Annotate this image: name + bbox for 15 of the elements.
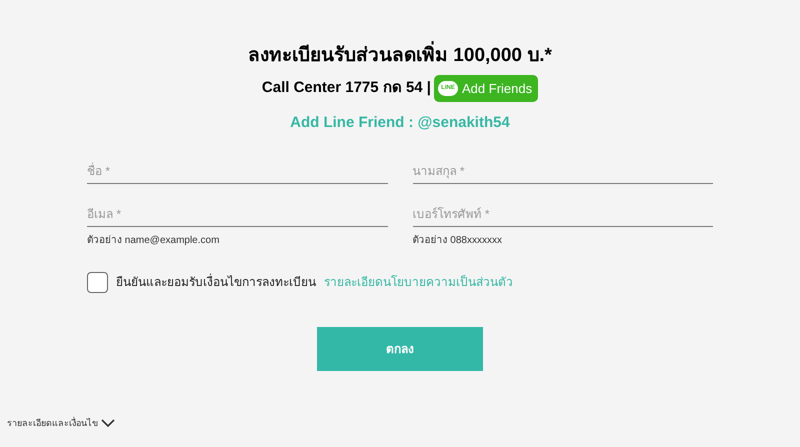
- consent-checkbox[interactable]: [87, 272, 108, 292]
- privacy-policy-link[interactable]: รายละเอียดนโยบายความเป็นส่วนตัว: [324, 273, 513, 291]
- input-field[interactable]: นามสกุล *: [412, 150, 713, 184]
- call-center-text: Call Center 1775 กด 54 |: [262, 78, 432, 98]
- input-field[interactable]: ชื่อ *: [87, 150, 388, 184]
- input-field[interactable]: เบอร์โทรศัพท์ *: [412, 194, 713, 226]
- chevron-icon: [101, 419, 115, 428]
- field-hint: ตัวอย่าง 088xxxxxxx: [412, 234, 503, 248]
- form-heading: ลงทะเบียนรับส่วนลดเพิ่ม 100,000 บ.*: [248, 42, 552, 70]
- input-field[interactable]: อีเมล *: [87, 194, 388, 226]
- consent-text: ยืนยันและยอมรับเงื่อนไขการลงทะเบียน: [116, 273, 316, 291]
- submit-button[interactable]: ตกลง: [317, 326, 483, 370]
- terms-toggle[interactable]: รายละเอียดและเงื่อนไข: [7, 417, 115, 430]
- field-hint: ตัวอย่าง name@example.com: [87, 234, 220, 248]
- line-friend-link[interactable]: Add Line Friend : @senakith54: [290, 112, 510, 134]
